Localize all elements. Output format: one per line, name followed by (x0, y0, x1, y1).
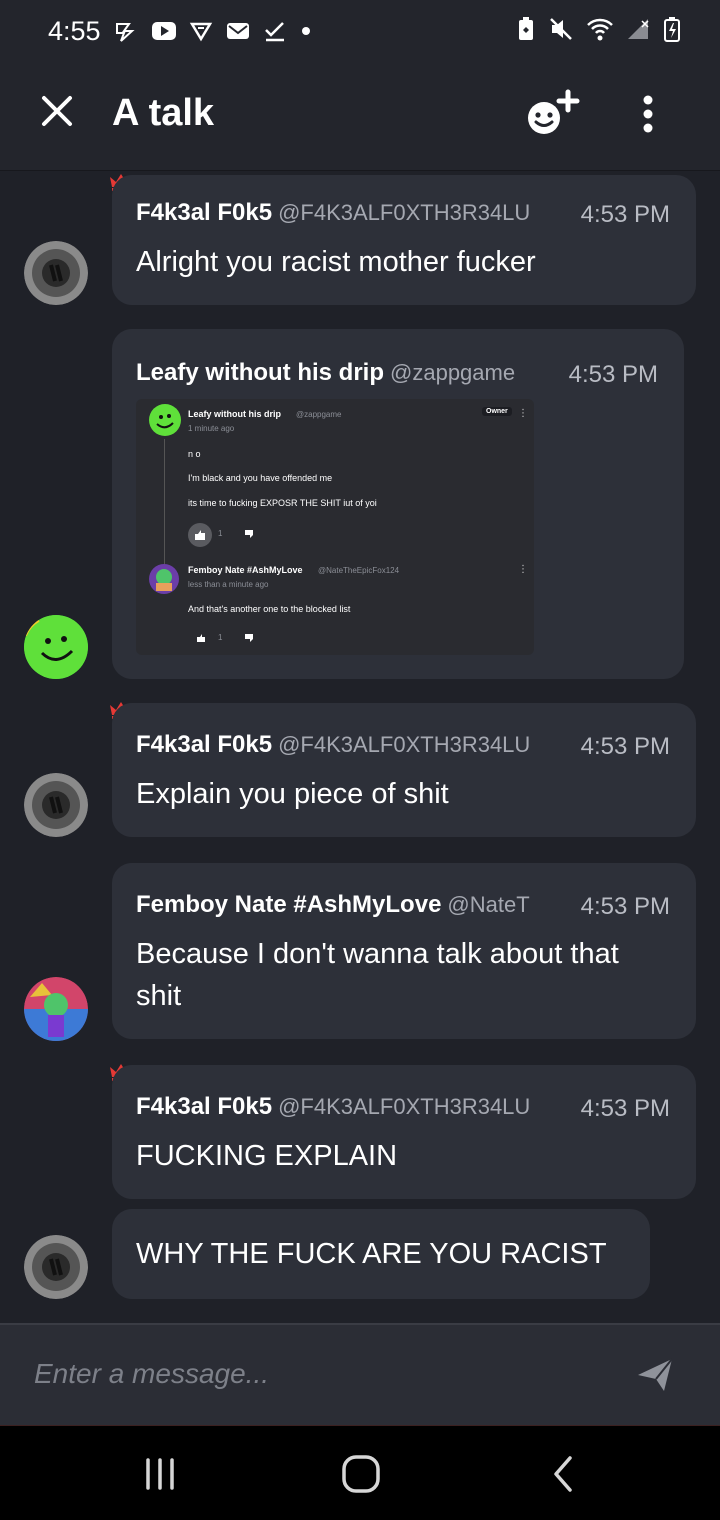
reply-like-count: 1 (218, 633, 223, 642)
like-count: 1 (218, 529, 223, 538)
avatar[interactable] (24, 1235, 88, 1299)
message-time: 4:53 PM (580, 893, 670, 920)
embed-line: I'm black and you have offended me (188, 473, 333, 483)
message-text: FUCKING EXPLAIN (136, 1140, 398, 1172)
sender-handle: @NateT (447, 892, 530, 917)
home-button[interactable] (340, 1454, 382, 1494)
more-options-button[interactable] (630, 94, 666, 134)
lightning-icon (115, 23, 135, 42)
message-time: 4:53 PM (580, 201, 670, 228)
avatar[interactable] (24, 615, 88, 679)
sender-handle: @F4K3ALF0XTH3R34LU (278, 1094, 531, 1119)
embed-reply-avatar (149, 564, 179, 594)
sender-name[interactable]: F4k3al F0k5 (136, 199, 272, 226)
wifi-icon (587, 18, 613, 41)
recent-apps-button[interactable] (140, 1456, 180, 1492)
dislike-icon (245, 530, 253, 538)
message-text-line: shit (136, 980, 182, 1012)
check-icon (264, 22, 284, 42)
message-text: Explain you piece of shit (136, 778, 449, 810)
message-input[interactable] (32, 1351, 596, 1397)
avatar[interactable] (24, 977, 88, 1041)
avatar[interactable] (24, 241, 88, 305)
embed-reply-author: Femboy Nate #AshMyLove (188, 565, 303, 575)
avatar[interactable] (24, 773, 88, 837)
message-time: 4:53 PM (568, 361, 658, 388)
message-bubble[interactable]: F4k3al F0k5 @F4K3ALF0XTH3R34LU 4:53 PM Al… (112, 175, 696, 305)
thread-line (164, 439, 165, 569)
signal-icon (628, 19, 649, 39)
embed-handle: @zappgame (296, 410, 342, 419)
add-member-button[interactable] (522, 88, 580, 140)
battery-charging-icon (664, 17, 680, 42)
app-bar: A talk (0, 62, 720, 171)
status-bar: 4:55 (0, 0, 720, 62)
embed-line: n o (188, 449, 201, 459)
sender-name[interactable]: Leafy without his drip (136, 359, 384, 386)
message-time: 4:53 PM (580, 733, 670, 760)
sender-handle: @zappgame (390, 360, 516, 385)
message-bubble[interactable]: F4k3al F0k5 @F4K3ALF0XTH3R34LU 4:53 PM FU… (112, 1065, 696, 1199)
embed-reply-time: less than a minute ago (188, 580, 269, 589)
message-bubble[interactable]: F4k3al F0k5 @F4K3ALF0XTH3R34LU 4:53 PM Ex… (112, 703, 696, 837)
sender-handle: @F4K3ALF0XTH3R34LU (278, 732, 531, 757)
embed-avatar (149, 404, 181, 436)
mute-icon (550, 18, 572, 40)
sender-name[interactable]: F4k3al F0k5 (136, 731, 272, 758)
sender-handle: @F4K3ALF0XTH3R34LU (278, 200, 531, 225)
message-bubble[interactable]: WHY THE FUCK ARE YOU RACIST (112, 1209, 650, 1299)
embedded-screenshot[interactable]: Leafy without his drip @zappgame 1 minut… (136, 399, 534, 655)
youtube-icon (151, 22, 176, 40)
chat-messages[interactable]: F4k3al F0k5 @F4K3ALF0XTH3R34LU 4:53 PM Al… (0, 171, 720, 1321)
system-nav-bar (0, 1426, 720, 1520)
system-icons (516, 16, 680, 42)
embed-author: Leafy without his drip (188, 409, 282, 419)
battery-saver-icon (519, 17, 533, 40)
message-time: 4:53 PM (580, 1095, 670, 1122)
close-button[interactable] (36, 90, 78, 132)
message-text: WHY THE FUCK ARE YOU RACIST (136, 1238, 607, 1270)
back-button[interactable] (548, 1454, 580, 1494)
message-text: Alright you racist mother fucker (136, 246, 536, 278)
page-title: A talk (112, 92, 215, 134)
send-button[interactable] (636, 1355, 676, 1395)
embed-reply-more-icon: ⋮ (518, 564, 528, 575)
message-bubble[interactable]: Femboy Nate #AshMyLove @NateT 4:53 PM Bec… (112, 863, 696, 1039)
mail-icon (226, 23, 249, 39)
dislike-icon (245, 634, 253, 642)
embed-reply-text: And that's another one to the blocked li… (188, 604, 351, 614)
shield-icon (189, 22, 212, 42)
embed-more-icon: ⋮ (518, 408, 528, 419)
embed-time: 1 minute ago (188, 424, 235, 433)
like-icon (197, 634, 205, 642)
message-composer (0, 1323, 720, 1427)
message-text-line: Because I don't wanna talk about that (136, 938, 619, 970)
embed-line: its time to fucking EXPOSR THE SHIT iut … (188, 498, 377, 508)
notification-icons (113, 18, 313, 44)
owner-badge: Owner (482, 407, 512, 416)
dot-icon (301, 27, 310, 35)
embed-reply-handle: @NateTheEpicFox124 (318, 566, 400, 575)
sender-name[interactable]: Femboy Nate #AshMyLove (136, 891, 441, 918)
sender-name[interactable]: F4k3al F0k5 (136, 1093, 272, 1120)
like-icon (188, 523, 212, 547)
status-time: 4:55 (48, 15, 101, 46)
